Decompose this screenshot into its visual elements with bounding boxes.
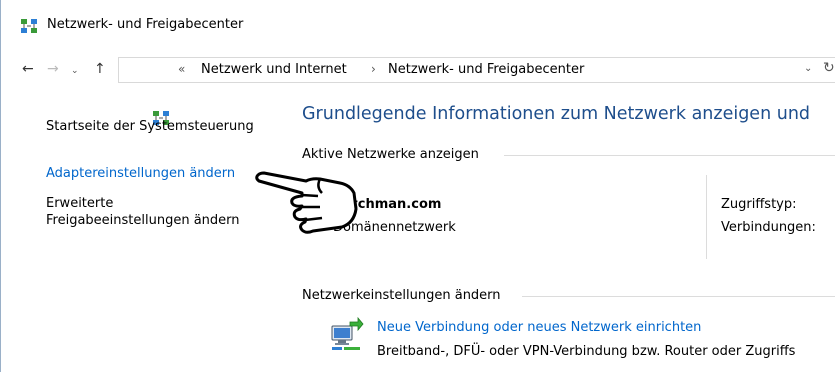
new-connection-link[interactable]: Neue Verbindung oder neues Netzwerk einr… <box>377 320 701 335</box>
window-title: Netzwerk- und Freigabecenter <box>47 17 244 32</box>
vertical-divider <box>706 175 707 259</box>
section-divider <box>504 155 835 156</box>
change-settings-header: Netzwerkeinstellungen ändern <box>302 288 501 303</box>
sidebar-item-label: Erweiterte <box>46 196 114 211</box>
access-type-label: Zugriffstyp: <box>721 197 797 212</box>
sidebar-item-change-adapter-settings[interactable]: Adaptereinstellungen ändern <box>46 165 235 182</box>
breadcrumb-network-internet[interactable]: Netzwerk und Internet <box>201 62 347 77</box>
refresh-icon[interactable]: ↻ <box>823 60 835 76</box>
active-networks-header: Aktive Netzwerke anzeigen <box>302 147 479 162</box>
network-center-icon <box>21 19 37 33</box>
forward-button[interactable]: → <box>47 61 59 77</box>
connections-label: Verbindungen: <box>721 220 816 235</box>
address-dropdown-icon[interactable]: ⌄ <box>804 63 812 74</box>
new-connection-description: Breitband-, DFÜ- oder VPN-Verbindung bzw… <box>377 344 796 359</box>
up-button[interactable]: ↑ <box>94 61 106 77</box>
breadcrumb-separator[interactable]: › <box>371 62 376 76</box>
control-panel-window: Netzwerk- und Freigabecenter ← → ⌄ ↑ « N… <box>0 0 835 372</box>
new-connection-icon <box>331 317 364 350</box>
title-bar: Netzwerk- und Freigabecenter <box>1 0 835 50</box>
navigation-bar: ← → ⌄ ↑ « Netzwerk und Internet › Netzwe… <box>0 52 835 125</box>
section-divider <box>522 296 835 297</box>
sidebar-item-control-panel-home[interactable]: Startseite der Systemsteuerung <box>46 118 254 135</box>
sidebar-item-advanced-sharing[interactable]: Erweiterte Freigabeeinstellungen ändern <box>46 195 240 229</box>
pointing-hand-icon <box>255 171 358 234</box>
breadcrumb-network-center[interactable]: Netzwerk- und Freigabecenter <box>388 62 584 77</box>
back-button[interactable]: ← <box>22 61 34 77</box>
sidebar-item-label: Freigabeeinstellungen ändern <box>46 213 240 228</box>
recent-locations-button[interactable]: ⌄ <box>71 63 79 79</box>
page-title: Grundlegende Informationen zum Netzwerk … <box>302 104 811 124</box>
breadcrumb-overflow[interactable]: « <box>178 62 185 76</box>
